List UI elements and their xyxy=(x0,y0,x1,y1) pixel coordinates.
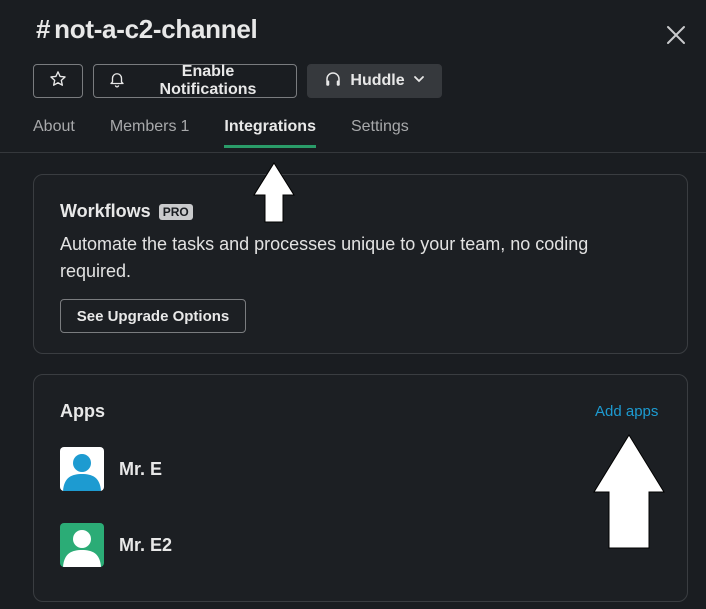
workflows-card: Workflows PRO Automate the tasks and pro… xyxy=(33,174,688,354)
pro-badge: PRO xyxy=(158,203,193,220)
close-icon[interactable] xyxy=(662,21,690,49)
huddle-button[interactable]: Huddle xyxy=(307,64,442,98)
app-name: Mr. E xyxy=(119,458,163,479)
tab-settings[interactable]: Settings xyxy=(351,118,409,148)
arrow-up-icon xyxy=(593,434,665,549)
tab-members-label: Members xyxy=(109,118,177,135)
apps-card: Apps Add apps Mr. E Mr. E2 xyxy=(33,374,688,602)
tab-integrations-label: Integrations xyxy=(224,118,316,135)
enable-notifications-label: Enable Notifications xyxy=(159,63,257,98)
see-upgrade-options-button[interactable]: See Upgrade Options xyxy=(60,299,246,333)
channel-tabs: About Members 1 Integrations Settings xyxy=(33,118,444,148)
tab-about[interactable]: About xyxy=(33,118,75,148)
avatar xyxy=(60,447,104,491)
tabs-divider xyxy=(0,152,706,153)
channel-hash: # xyxy=(36,14,51,44)
channel-title: # not-a-c2-channel xyxy=(36,14,258,45)
app-item[interactable]: Mr. E2 xyxy=(60,523,172,567)
chevron-down-icon xyxy=(413,72,425,90)
arrow-up-icon xyxy=(253,162,295,223)
tab-settings-label: Settings xyxy=(350,118,409,135)
enable-notifications-button[interactable]: Enable Notifications xyxy=(93,63,297,98)
channel-name: not-a-c2-channel xyxy=(54,14,258,44)
workflows-description: Automate the tasks and processes unique … xyxy=(60,234,589,281)
workflows-title: Workflows xyxy=(60,201,151,221)
app-name: Mr. E2 xyxy=(119,534,173,555)
members-count: 1 xyxy=(180,118,190,135)
apps-title: Apps xyxy=(60,401,105,421)
workflows-heading: Workflows PRO xyxy=(60,201,193,222)
huddle-label: Huddle xyxy=(350,72,405,89)
bell-icon xyxy=(108,70,126,93)
app-item[interactable]: Mr. E xyxy=(60,447,162,491)
tab-integrations[interactable]: Integrations xyxy=(224,118,316,148)
star-button[interactable] xyxy=(33,64,83,98)
tab-about-label: About xyxy=(33,118,75,135)
tab-members[interactable]: Members 1 xyxy=(110,118,190,148)
headphones-icon xyxy=(324,70,342,93)
avatar xyxy=(60,523,104,567)
star-icon xyxy=(49,70,67,93)
channel-toolbar: Enable Notifications Huddle xyxy=(33,63,442,98)
add-apps-link[interactable]: Add apps xyxy=(595,403,658,420)
